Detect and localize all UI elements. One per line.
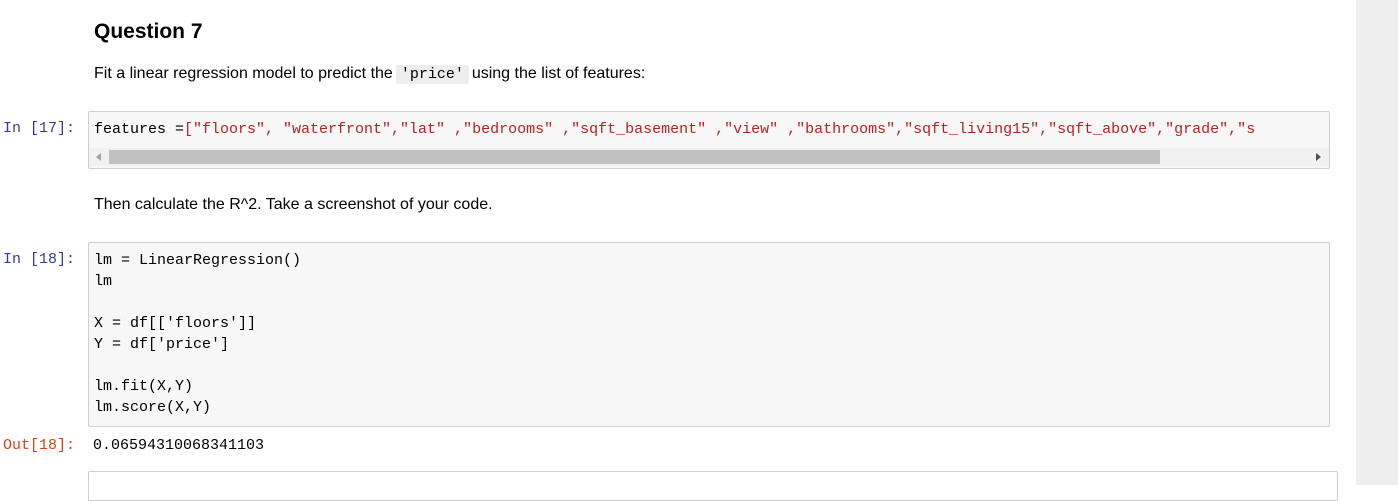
cell18-output: 0.06594310068341103 xyxy=(93,437,265,454)
features-list: ["floors", "waterfront","lat" ,"bedrooms… xyxy=(184,121,1256,138)
r2-instruction: Then calculate the R^2. Take a screensho… xyxy=(94,196,493,213)
question-instruction: Fit a linear regression model to predict… xyxy=(94,64,645,85)
code-line: lm = LinearRegression() xyxy=(94,252,302,269)
scroll-left-arrow-icon[interactable] xyxy=(96,153,101,161)
code-line: lm.score(X,Y) xyxy=(94,399,212,416)
inline-code-price: 'price' xyxy=(395,65,469,84)
scroll-right-arrow-icon[interactable] xyxy=(1316,153,1321,161)
right-gutter xyxy=(1356,0,1398,485)
features-assignment: features = xyxy=(94,121,185,138)
cell18-prompt: In [18]: xyxy=(3,251,76,268)
code-line: lm xyxy=(94,273,113,290)
cell18-code-editor[interactable]: lm = LinearRegression() lm X = df[['floo… xyxy=(88,242,1330,427)
code-line: Y = df['price'] xyxy=(94,336,230,353)
cell17-prompt: In [17]: xyxy=(3,120,76,137)
cell17-code-editor[interactable]: features =["floors", "waterfront","lat" … xyxy=(88,111,1330,169)
cell18-out-prompt: Out[18]: xyxy=(3,437,76,454)
instruction-text-after: using the list of features: xyxy=(471,65,646,82)
question-title: Question 7 xyxy=(94,20,203,43)
code-line: lm.fit(X,Y) xyxy=(94,378,194,395)
instruction-text-before: Fit a linear regression model to predict… xyxy=(94,65,393,82)
next-cell-editor[interactable] xyxy=(88,471,1338,501)
cell17-code-line: features =["floors", "waterfront","lat" … xyxy=(89,119,1329,140)
scrollbar-thumb[interactable] xyxy=(109,150,1160,164)
horizontal-scrollbar[interactable] xyxy=(89,148,1329,166)
code-line: X = df[['floors']] xyxy=(94,315,257,332)
